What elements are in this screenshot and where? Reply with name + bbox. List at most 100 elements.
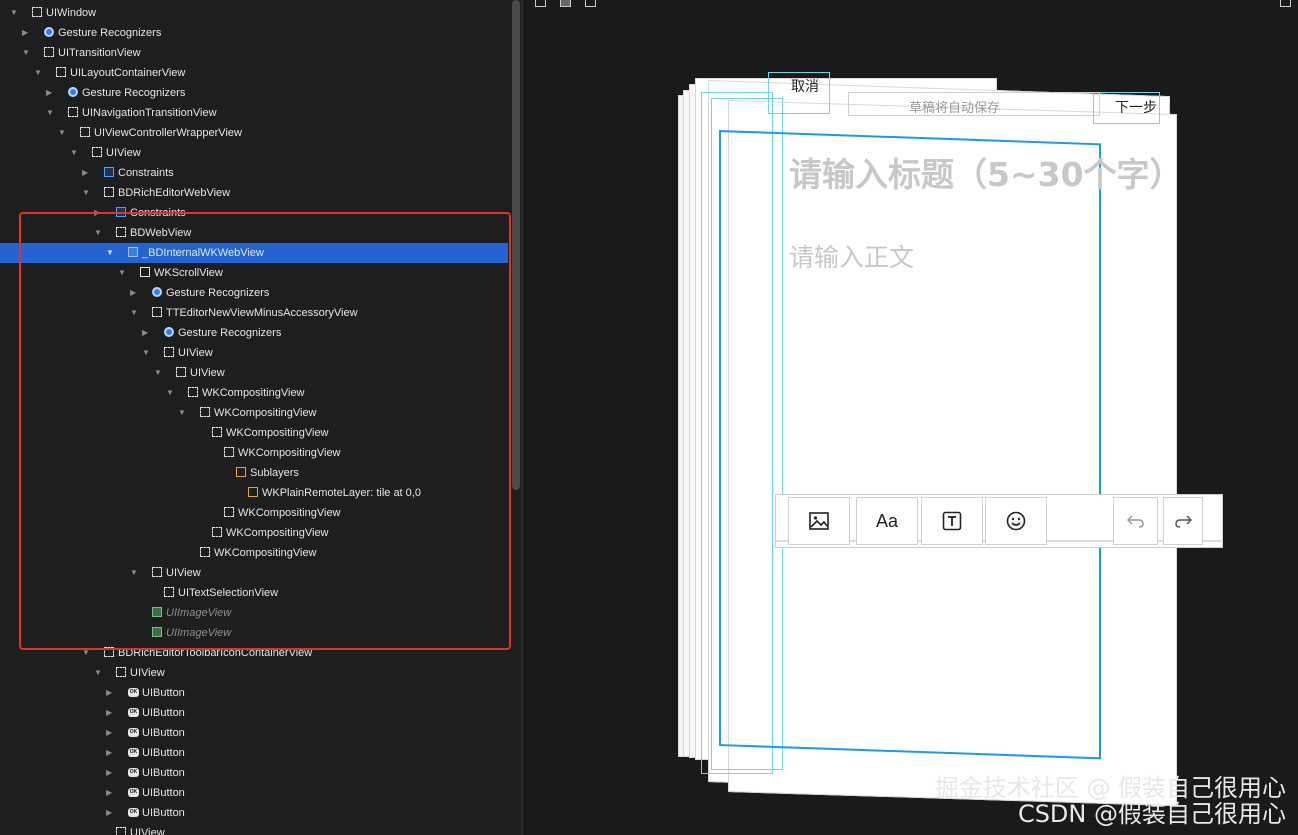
tree-scrollbar[interactable] [512, 0, 520, 490]
redo-button[interactable] [1163, 497, 1203, 545]
disclosure-collapsed-icon[interactable]: ▶ [94, 203, 104, 223]
tree-row[interactable]: ▶ OK UIButton [0, 763, 508, 783]
tree-row[interactable]: WKCompositingView [0, 423, 508, 443]
disclosure-expanded-icon[interactable]: ▼ [106, 243, 116, 263]
insert-image-button[interactable] [788, 497, 850, 545]
disclosure-expanded-icon[interactable]: ▼ [154, 363, 164, 383]
tree-row[interactable]: ▼ BDRichEditorWebView [0, 183, 508, 203]
tree-row[interactable]: ▼ WKScrollView [0, 263, 508, 283]
disclosure-expanded-icon[interactable]: ▼ [178, 403, 188, 423]
tree-row[interactable]: UIImageView [0, 603, 508, 623]
disclosure-expanded-icon[interactable]: ▼ [142, 343, 152, 363]
tree-row[interactable]: ▼ UIViewControllerWrapperView [0, 123, 508, 143]
next-button[interactable]: 下一步 [1115, 97, 1157, 117]
view-hierarchy-tree[interactable]: ▼ UIWindow ▶ Gesture Recognizers ▼ UITransiti… [0, 0, 510, 835]
view-icon [164, 347, 174, 357]
tree-row[interactable]: ▼ UITransitionView [0, 43, 508, 63]
view-icon [224, 447, 234, 457]
disclosure-expanded-icon[interactable]: ▼ [22, 43, 32, 63]
tree-row[interactable]: ▼ UIView [0, 143, 508, 163]
disclosure-expanded-icon[interactable]: ▼ [118, 263, 128, 283]
canvas-toolbar-icon[interactable] [535, 0, 546, 7]
3d-view-canvas[interactable]: 取消 草稿将自动保存 下一步 请输入标题（5~30个字） 请输入正文 Aa [523, 0, 1298, 835]
gesture-icon [164, 327, 174, 337]
disclosure-expanded-icon[interactable]: ▼ [94, 223, 104, 243]
canvas-toolbar-icon[interactable] [585, 0, 596, 7]
disclosure-expanded-icon[interactable]: ▼ [82, 643, 92, 663]
disclosure-collapsed-icon[interactable]: ▶ [46, 83, 56, 103]
tree-row-label: UIImageView [166, 607, 232, 619]
view-icon [92, 147, 102, 157]
tree-row[interactable]: WKPlainRemoteLayer: tile at 0,0 [0, 483, 508, 503]
tree-row[interactable]: UIView [0, 823, 508, 835]
tree-row[interactable]: ▼ UIWindow [0, 3, 508, 23]
emoji-button[interactable] [985, 497, 1047, 545]
disclosure-collapsed-icon[interactable]: ▶ [82, 163, 92, 183]
disclosure-collapsed-icon[interactable]: ▶ [106, 703, 116, 723]
tree-row[interactable]: WKCompositingView [0, 543, 508, 563]
disclosure-expanded-icon[interactable]: ▼ [70, 143, 80, 163]
disclosure-expanded-icon[interactable]: ▼ [166, 383, 176, 403]
disclosure-expanded-icon[interactable]: ▼ [34, 63, 44, 83]
font-style-button[interactable]: Aa [856, 497, 918, 545]
tree-row[interactable]: WKCompositingView [0, 503, 508, 523]
disclosure-collapsed-icon[interactable]: ▶ [142, 323, 152, 343]
tree-row[interactable]: ▶ Gesture Recognizers [0, 83, 508, 103]
disclosure-collapsed-icon[interactable]: ▶ [106, 743, 116, 763]
title-placeholder[interactable]: 请输入标题（5~30个字） [789, 148, 1183, 196]
tree-row[interactable]: ▼ UIView [0, 343, 508, 363]
disclosure-collapsed-icon[interactable]: ▶ [106, 723, 116, 743]
view-icon [224, 507, 234, 517]
tree-row[interactable]: ▼ _BDInternalWKWebView [0, 243, 508, 263]
tree-row[interactable]: ▶ OK UIButton [0, 723, 508, 743]
disclosure-expanded-icon[interactable]: ▼ [130, 563, 140, 583]
disclosure-expanded-icon[interactable]: ▼ [46, 103, 56, 123]
tree-row[interactable]: ▶ Gesture Recognizers [0, 23, 508, 43]
disclosure-expanded-icon[interactable]: ▼ [10, 3, 20, 23]
view-icon [104, 187, 114, 197]
tree-row[interactable]: ▼ UIView [0, 663, 508, 683]
tree-row[interactable]: ▶ OK UIButton [0, 703, 508, 723]
disclosure-collapsed-icon[interactable]: ▶ [106, 683, 116, 703]
tree-row[interactable]: ▶ Constraints [0, 163, 508, 183]
tree-row[interactable]: ▼ WKCompositingView [0, 383, 508, 403]
image-icon [152, 607, 162, 617]
disclosure-collapsed-icon[interactable]: ▶ [106, 783, 116, 803]
body-placeholder[interactable]: 请输入正文 [789, 238, 914, 274]
tree-row[interactable]: UITextSelectionView [0, 583, 508, 603]
tree-row[interactable]: Sublayers [0, 463, 508, 483]
tree-row[interactable]: ▶ Constraints [0, 203, 508, 223]
disclosure-expanded-icon[interactable]: ▼ [130, 303, 140, 323]
view-icon [176, 367, 186, 377]
disclosure-expanded-icon[interactable]: ▼ [82, 183, 92, 203]
tree-row[interactable]: ▼ BDRichEditorToolbarIconContainerView [0, 643, 508, 663]
tree-row[interactable]: ▼ UIView [0, 563, 508, 583]
tree-row[interactable]: ▶ OK UIButton [0, 783, 508, 803]
tree-row[interactable]: ▼ UIView [0, 363, 508, 383]
tree-row[interactable]: WKCompositingView [0, 523, 508, 543]
tree-row[interactable]: ▼ UILayoutContainerView [0, 63, 508, 83]
tree-row[interactable]: ▶ Gesture Recognizers [0, 323, 508, 343]
undo-button[interactable] [1113, 497, 1158, 545]
tree-row[interactable]: ▶ Gesture Recognizers [0, 283, 508, 303]
tree-row[interactable]: ▶ OK UIButton [0, 683, 508, 703]
tree-row[interactable]: ▶ OK UIButton [0, 803, 508, 823]
tree-row[interactable]: UIImageView [0, 623, 508, 643]
disclosure-collapsed-icon[interactable]: ▶ [130, 283, 140, 303]
disclosure-expanded-icon[interactable]: ▼ [94, 663, 104, 683]
disclosure-collapsed-icon[interactable]: ▶ [106, 803, 116, 823]
canvas-toolbar-icon[interactable] [560, 0, 571, 7]
tree-row[interactable]: ▼ WKCompositingView [0, 403, 508, 423]
canvas-toolbar-icon[interactable] [1280, 0, 1291, 7]
cancel-button[interactable]: 取消 [791, 76, 819, 96]
tree-row[interactable]: WKCompositingView [0, 443, 508, 463]
disclosure-expanded-icon[interactable]: ▼ [58, 123, 68, 143]
text-box-button[interactable] [921, 497, 983, 545]
tree-row[interactable]: ▶ OK UIButton [0, 743, 508, 763]
tree-row-label: UIView [190, 367, 225, 379]
tree-row[interactable]: ▼ UINavigationTransitionView [0, 103, 508, 123]
disclosure-collapsed-icon[interactable]: ▶ [22, 23, 32, 43]
disclosure-collapsed-icon[interactable]: ▶ [106, 763, 116, 783]
tree-row[interactable]: ▼ BDWebView [0, 223, 508, 243]
tree-row[interactable]: ▼ TTEditorNewViewMinusAccessoryView [0, 303, 508, 323]
